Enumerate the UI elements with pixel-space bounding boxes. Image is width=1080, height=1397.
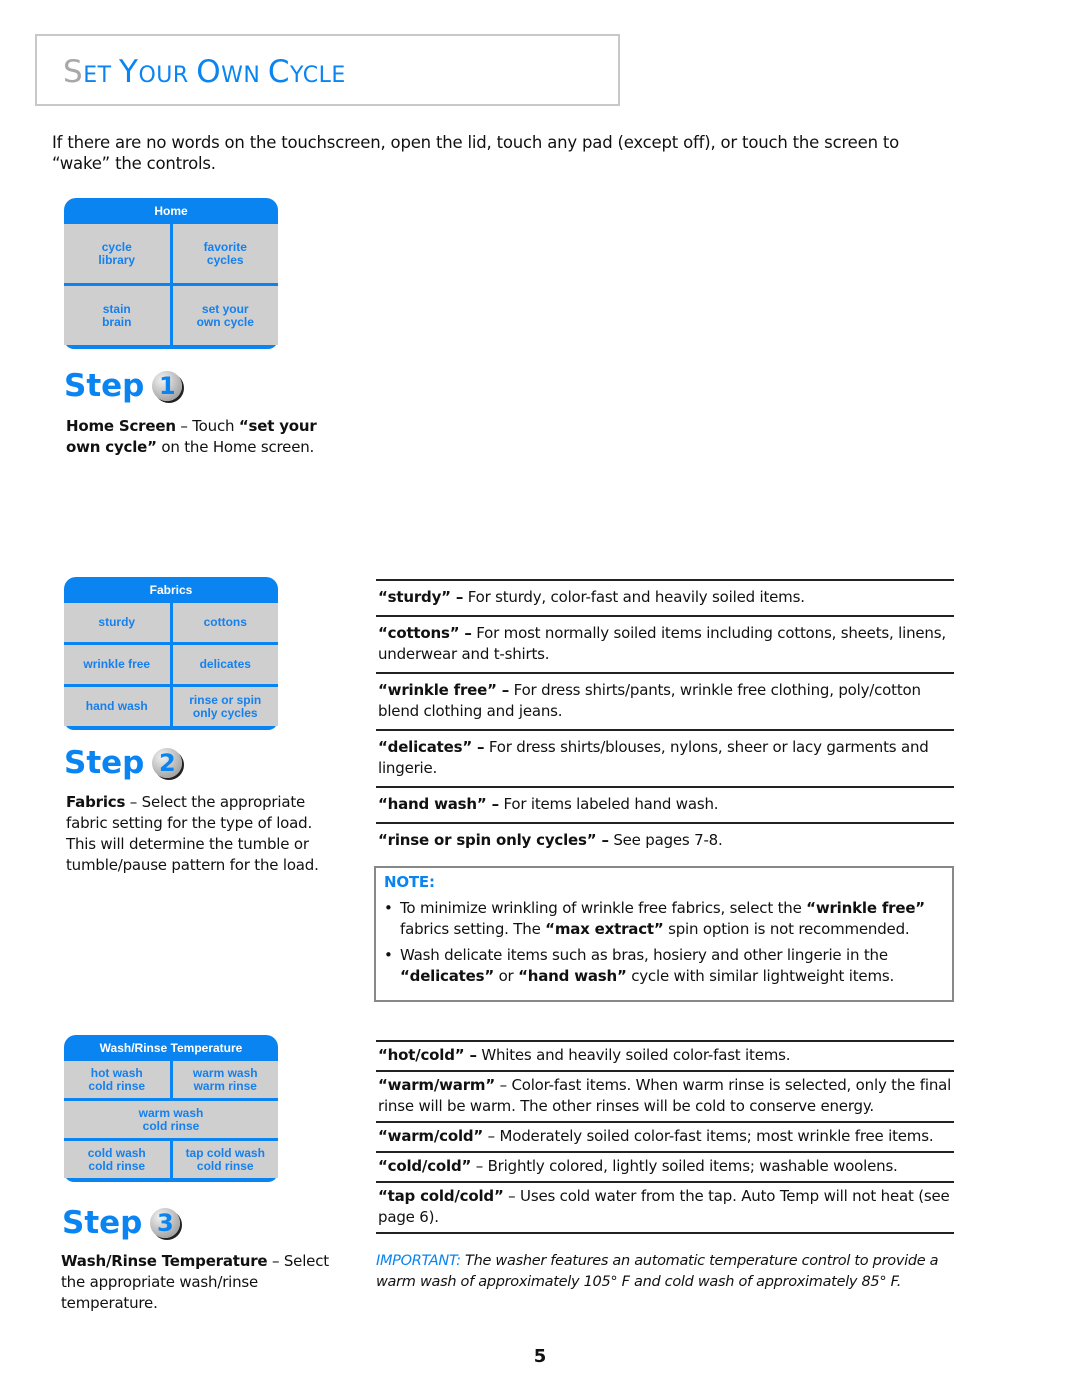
warm-wash-warm-rinse-button[interactable]: warm wash warm rinse [172,1061,278,1098]
definition-row: “cold/cold” – Brightly colored, lightly … [376,1151,954,1181]
cottons-button[interactable]: cottons [172,603,278,642]
important-notice: IMPORTANT: The washer features an automa… [376,1253,939,1290]
step-2-description: Fabrics – Select the appropriate fabric … [66,793,319,874]
section-title: SET YOUR OWN CYCLE [63,54,346,90]
step-3-number-badge: 3 [150,1208,181,1238]
page-number: 5 [533,1346,547,1367]
definition-row: “cottons” – For most normally soiled ite… [376,615,954,672]
step-1-number-badge: 1 [152,371,183,401]
definition-row: “warm/warm” – Color-fast items. When war… [376,1070,954,1121]
section-title-box: SET YOUR OWN CYCLE [35,34,620,106]
home-panel-header: Home [154,204,188,218]
definition-row: “warm/cold” – Moderately soiled color-fa… [376,1121,954,1151]
definition-row: “wrinkle free” – For dress shirts/pants,… [376,672,954,729]
definition-row: “sturdy” – For sturdy, color-fast and he… [376,579,954,615]
definition-row: “hand wash” – For items labeled hand was… [376,786,954,822]
temp-panel-header: Wash/Rinse Temperature [99,1041,243,1055]
fabric-definitions-list: “sturdy” – For sturdy, color-fast and he… [376,579,954,858]
rinse-or-spin-only-button[interactable]: rinse or spin only cycles [172,687,278,726]
hot-wash-cold-rinse-button[interactable]: hot wash cold rinse [64,1061,170,1098]
temperature-definitions-list: “hot/cold” – Whites and heavily soiled c… [376,1040,954,1234]
home-screen-panel: Home cycle library favorite cycles stain br… [64,198,278,349]
note-item: • Wash delicate items such as bras, hosi… [384,946,895,985]
step-1-heading: Step 1 [64,368,183,404]
step-3-heading: Step 3 [62,1205,181,1241]
wrinkle-free-button[interactable]: wrinkle free [64,645,170,684]
definition-row: “rinse or spin only cycles” – See pages … [376,822,954,858]
note-box: NOTE: • To minimize wrinkling of wrinkle… [374,866,954,1002]
home-button-grid: cycle library favorite cycles stain brain s… [64,224,278,345]
cycle-library-button[interactable]: cycle library [64,224,170,283]
wash-rinse-temperature-panel: Wash/Rinse Temperature hot wash cold rins… [64,1035,278,1182]
bullet-icon: • [384,899,393,917]
definition-row: “delicates” – For dress shirts/blouses, … [376,729,954,786]
fabrics-button-grid: sturdy cottons wrinkle free delicates ha… [64,603,278,726]
step-1-description: Home Screen – Touch “set your own cycle”… [66,417,317,456]
tap-cold-wash-cold-rinse-button[interactable]: tap cold wash cold rinse [172,1141,278,1178]
definition-row: “tap cold/cold” – Uses cold water from t… [376,1181,954,1234]
cold-wash-cold-rinse-button[interactable]: cold wash cold rinse [64,1141,170,1178]
stain-brain-button[interactable]: stain brain [64,286,170,345]
set-your-own-cycle-button[interactable]: set your own cycle [172,286,278,345]
temp-button-grid: hot wash cold rinse warm wash warm rinse w… [64,1061,278,1178]
fabrics-panel-header: Fabrics [149,583,193,597]
delicates-button[interactable]: delicates [172,645,278,684]
step-3-description: Wash/Rinse Temperature – Select the appr… [61,1252,329,1312]
fabrics-screen-panel: Fabrics sturdy cottons wrinkle free deli… [64,577,278,730]
sturdy-button[interactable]: sturdy [64,603,170,642]
note-title: NOTE: [384,873,435,891]
important-label: IMPORTANT: [376,1253,461,1269]
step-2-heading: Step 2 [64,745,183,781]
step-2-number-badge: 2 [152,748,183,778]
intro-paragraph: If there are no words on the touchscreen… [52,133,900,173]
note-item: • To minimize wrinkling of wrinkle free … [384,899,925,938]
hand-wash-button[interactable]: hand wash [64,687,170,726]
bullet-icon: • [384,946,393,964]
warm-wash-cold-rinse-button[interactable]: warm wash cold rinse [64,1101,278,1138]
definition-row: “hot/cold” – Whites and heavily soiled c… [376,1040,954,1070]
favorite-cycles-button[interactable]: favorite cycles [172,224,278,283]
